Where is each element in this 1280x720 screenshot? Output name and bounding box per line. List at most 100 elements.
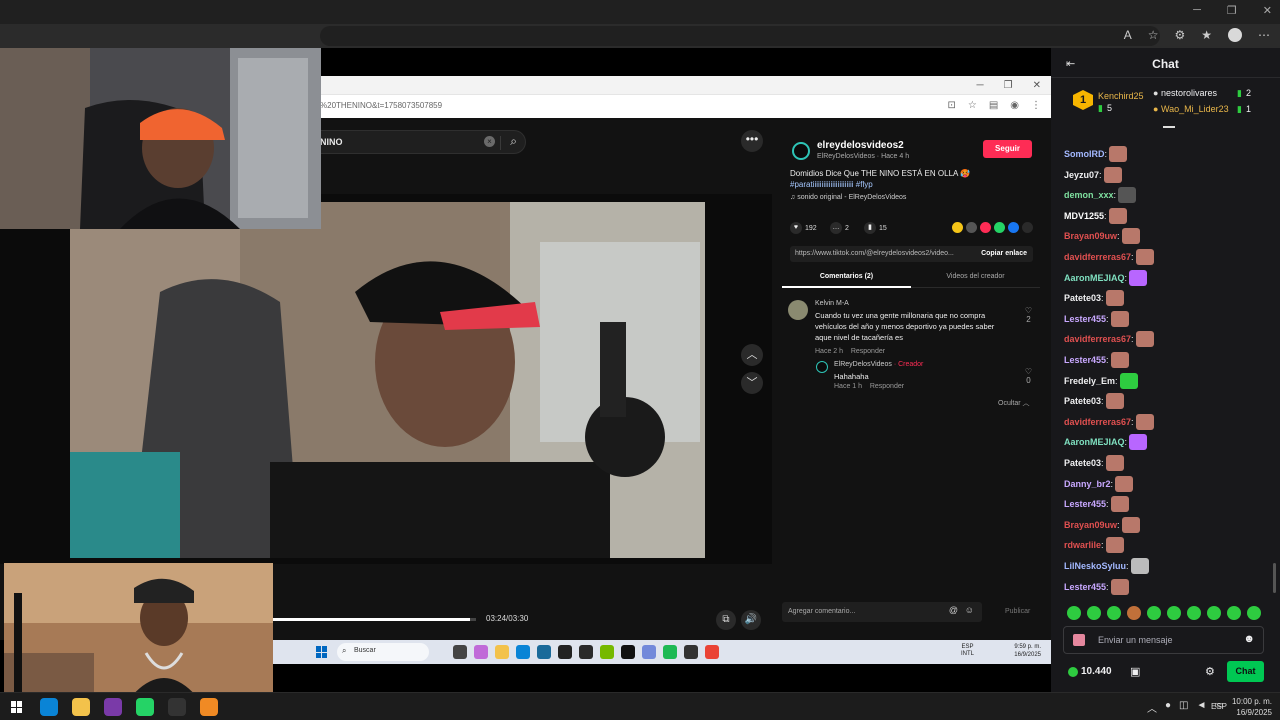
extensions-icon[interactable]: ⚙ <box>1174 28 1185 42</box>
chevron-up-icon[interactable]: ︿ <box>1147 700 1157 715</box>
volume-icon[interactable]: 🔊 <box>741 610 761 630</box>
commenter-name[interactable]: Kelvin M-A <box>815 300 849 307</box>
obs-icon[interactable] <box>684 645 698 659</box>
inner-star-icon[interactable]: ☆ <box>968 100 977 111</box>
whatsapp-icon[interactable] <box>136 698 154 716</box>
shop-icon[interactable]: ▣ <box>1130 665 1140 678</box>
chat-message[interactable]: Brayan09uw: <box>1064 226 1140 246</box>
follow-button[interactable]: Seguir <box>983 140 1032 158</box>
minimize-icon[interactable]: ─ <box>1193 4 1201 17</box>
share-arrow-icon[interactable] <box>1022 222 1033 233</box>
read-aloud-icon[interactable]: A <box>1124 28 1132 42</box>
chat-message[interactable]: rdwarlile: <box>1064 535 1124 555</box>
chat-username[interactable]: Lester455 <box>1064 314 1106 324</box>
terminal-icon[interactable] <box>558 645 572 659</box>
network-icon[interactable]: ◫ <box>1179 700 1188 715</box>
emote-picker-icon[interactable]: ☻ <box>1243 633 1255 645</box>
chat-message[interactable]: SomoIRD: <box>1064 144 1128 164</box>
hide-replies-button[interactable]: Ocultar ︿ <box>998 398 1030 408</box>
emote-icon[interactable] <box>1167 606 1181 620</box>
discord-icon[interactable] <box>642 645 656 659</box>
chat-username[interactable]: SomoIRD <box>1064 149 1105 159</box>
chat-message[interactable]: LilNeskoSyluu: <box>1064 556 1149 576</box>
chat-message[interactable]: Patete03: <box>1064 453 1124 473</box>
reply-author[interactable]: ElReyDelosVideos · Creador <box>834 361 923 368</box>
emote-icon[interactable] <box>1087 606 1101 620</box>
copilot-icon[interactable] <box>474 645 488 659</box>
inner-language-indicator[interactable]: ESP INTL <box>961 644 974 658</box>
author-username[interactable]: elreydelosvideos2 <box>817 140 904 151</box>
chat-username[interactable]: demon_xxx <box>1064 190 1114 200</box>
chat-username[interactable]: Fredely_Em <box>1064 376 1115 386</box>
chat-message[interactable]: AaronMEJIAQ: <box>1064 268 1148 288</box>
messenger-icon[interactable] <box>104 698 122 716</box>
emote-icon[interactable] <box>1187 606 1201 620</box>
reply-like[interactable]: ♡ 0 <box>1025 367 1032 385</box>
description-hashtags[interactable]: #paratiiiiiiiiiiiiiiiiiiiiiii #flyp <box>790 179 1030 190</box>
leaderboard-expand-icon[interactable] <box>1163 126 1175 128</box>
volume-icon[interactable]: ◄ <box>1197 700 1207 715</box>
repost-icon[interactable] <box>980 222 991 233</box>
whatsapp-icon[interactable] <box>994 222 1005 233</box>
chat-username[interactable]: AaronMEJIAQ <box>1064 437 1125 447</box>
chat-username[interactable]: Jeyzu07 <box>1064 170 1099 180</box>
file-explorer-icon[interactable] <box>72 698 90 716</box>
previous-video-button[interactable]: ︿ <box>741 344 763 366</box>
chat-username[interactable]: davidferreras67 <box>1064 334 1131 344</box>
chat-username[interactable]: LilNeskoSyluu <box>1064 561 1126 571</box>
microphone-icon[interactable]: ● <box>1165 700 1171 715</box>
reply-button[interactable]: Responder <box>851 348 885 355</box>
pip-button[interactable]: ⧉ <box>716 610 736 630</box>
leaderboard-entry-1[interactable]: Kenchird25 <box>1098 91 1144 101</box>
inner-menu-icon[interactable]: ⋮ <box>1031 100 1041 111</box>
chat-message[interactable]: davidferreras67: <box>1064 412 1154 432</box>
task-view-icon[interactable] <box>453 645 467 659</box>
chat-username[interactable]: Lester455 <box>1064 355 1106 365</box>
inner-minimize-icon[interactable]: ─ <box>977 80 984 91</box>
gift-icon[interactable] <box>1073 634 1085 646</box>
profile-avatar[interactable] <box>1228 28 1242 42</box>
tiktok-search-bar[interactable]: NINO × ⌕ <box>318 130 526 154</box>
inner-install-icon[interactable]: ⊡ <box>947 100 955 111</box>
chat-username[interactable]: davidferreras67 <box>1064 417 1131 427</box>
restore-icon[interactable]: ❐ <box>1227 4 1237 17</box>
store-icon[interactable] <box>537 645 551 659</box>
save-stat[interactable]: ▮ 15 <box>864 222 887 234</box>
channel-points[interactable]: 10.440 <box>1068 666 1112 677</box>
chat-username[interactable]: Danny_br2 <box>1064 479 1111 489</box>
chat-message[interactable]: Lester455: <box>1064 350 1129 370</box>
emote-icon[interactable] <box>1227 606 1241 620</box>
close-icon[interactable]: ✕ <box>1263 4 1272 17</box>
clear-search-icon[interactable]: × <box>484 136 495 147</box>
chat-message[interactable]: davidferreras67: <box>1064 329 1154 349</box>
host-url-field[interactable] <box>320 26 1160 46</box>
chat-username[interactable]: Brayan09uw <box>1064 231 1117 241</box>
video-player[interactable]: ︿ ﹀ <box>0 194 772 564</box>
search-icon[interactable]: ⌕ <box>510 134 517 149</box>
embed-icon[interactable] <box>966 222 977 233</box>
chat-message[interactable]: Lester455: <box>1064 494 1129 514</box>
inner-profile-icon[interactable]: ◉ <box>1010 100 1019 111</box>
chat-message[interactable]: Fredely_Em: <box>1064 371 1138 391</box>
inner-restore-icon[interactable]: ❐ <box>1004 80 1013 91</box>
inner-start-icon[interactable] <box>316 646 328 658</box>
mention-icon[interactable]: @ <box>949 605 958 615</box>
chat-message[interactable]: davidferreras67: <box>1064 247 1154 267</box>
chat-message[interactable]: demon_xxx: <box>1064 185 1137 205</box>
edge-icon[interactable] <box>40 698 58 716</box>
chat-username[interactable]: Lester455 <box>1064 499 1106 509</box>
tab-creator-videos[interactable]: Videos del creador <box>911 273 1040 280</box>
chat-message[interactable]: Danny_br2: <box>1064 474 1134 494</box>
add-comment-input[interactable]: Agregar comentario... @ ☺ <box>782 602 982 622</box>
language-indicator[interactable]: ESP <box>1211 702 1227 711</box>
gear-icon[interactable]: ⚙ <box>1205 665 1215 678</box>
chat-message[interactable]: Lester455: <box>1064 577 1129 597</box>
vlc-icon[interactable] <box>200 698 218 716</box>
leaderboard-entry-3[interactable]: ● Wao_Mi_Lider23 <box>1153 104 1229 114</box>
capcut-icon[interactable] <box>579 645 593 659</box>
chat-username[interactable]: Patete03 <box>1064 396 1101 406</box>
next-video-button[interactable]: ﹀ <box>741 372 763 394</box>
reply-avatar[interactable] <box>816 361 828 373</box>
chat-message[interactable]: Patete03: <box>1064 288 1124 308</box>
chat-message[interactable]: Brayan09uw: <box>1064 515 1140 535</box>
